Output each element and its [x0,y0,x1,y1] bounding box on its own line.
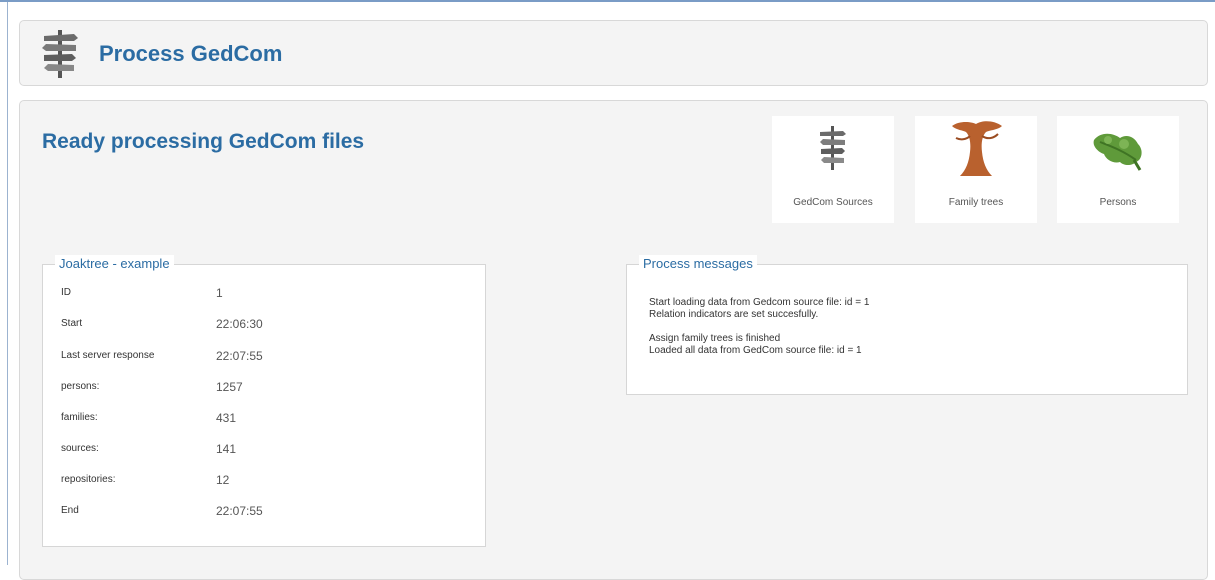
tile-label: Persons [1099,197,1137,208]
page-title: Ready processing GedCom files [42,130,365,153]
fieldset-legend: Process messages [639,255,757,273]
message-line: Assign family trees is finished [649,333,781,344]
fieldset-legend: Joaktree - example [55,255,174,273]
info-value: 22:07:55 [216,504,263,518]
persons-tile[interactable]: Persons [1057,116,1179,223]
family-trees-tile[interactable]: Family trees [915,116,1037,223]
process-messages-fieldset: Process messages Start loading data from… [626,255,1188,395]
header-panel: Process GedCom [19,20,1208,86]
message-list: Start loading data from Gedcom source fi… [649,297,869,357]
tree-icon [952,121,1002,176]
info-label: persons: [61,381,100,392]
info-value: 22:06:30 [216,317,263,331]
message-line: Loaded all data from GedCom source file:… [649,345,862,356]
message-line: Relation indicators are set succesfully. [649,309,819,320]
gedcom-sources-tile[interactable]: GedCom Sources [772,116,894,223]
info-value: 12 [216,473,230,487]
main-panel: Ready processing GedCom files GedCom Sou… [19,100,1208,580]
tile-label: GedCom Sources [793,197,873,208]
info-label: Start [61,318,83,329]
signpost-icon [820,126,846,170]
process-info-fieldset: Joaktree - example ID 1 Start 22:06:30 L… [42,255,486,547]
info-label: End [61,505,79,516]
leaf-icon [1093,133,1142,171]
info-value: 1 [216,286,223,300]
app-title: Process GedCom [99,41,283,66]
tile-label: Family trees [948,197,1004,208]
message-line: Start loading data from Gedcom source fi… [649,297,870,308]
info-label: repositories: [61,474,116,485]
info-label: ID [61,287,71,298]
window-left-border [7,2,8,565]
info-label: Last server response [61,350,155,361]
window-top-border [0,0,1215,2]
info-label: sources: [61,443,99,454]
info-label: families: [61,412,98,423]
info-value: 431 [216,411,237,425]
signpost-icon [42,30,78,78]
info-value: 141 [216,442,237,456]
info-value: 22:07:55 [216,349,263,363]
info-value: 1257 [216,380,243,394]
